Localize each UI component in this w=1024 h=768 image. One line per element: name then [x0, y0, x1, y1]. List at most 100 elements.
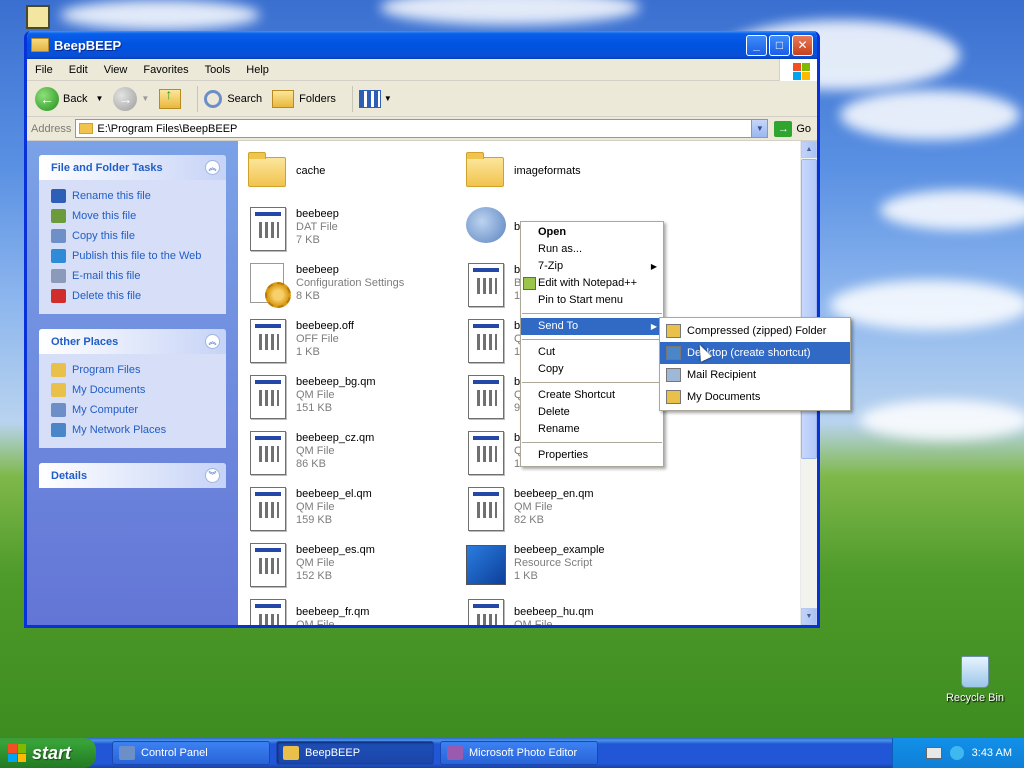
task-item[interactable]: Publish this file to the Web	[51, 246, 216, 266]
file-item[interactable]: beebeep_bg.qm QM File 151 KB	[246, 369, 456, 421]
document-icon	[464, 371, 508, 419]
sendto-item[interactable]: My Documents	[660, 386, 850, 408]
file-item[interactable]: beebeep_es.qm QM File 152 KB	[246, 537, 456, 589]
menu-tools[interactable]: Tools	[197, 64, 239, 76]
folders-button[interactable]: Folders	[272, 89, 336, 108]
forward-button[interactable]: → ▼	[113, 86, 149, 111]
file-name: beebeep	[296, 263, 339, 276]
address-input[interactable]: E:\Program Files\BeepBEEP ▼	[75, 119, 769, 138]
back-dropdown-icon[interactable]: ▼	[95, 94, 103, 103]
menu-label: Compressed (zipped) Folder	[687, 325, 827, 337]
task-item[interactable]: My Documents	[51, 380, 216, 400]
go-button[interactable]: → Go	[768, 120, 817, 137]
back-button[interactable]: ← Back ▼	[35, 86, 103, 111]
maximize-button[interactable]: □	[769, 34, 790, 56]
task-item[interactable]: My Computer	[51, 400, 216, 420]
file-item[interactable]: beebeep.off OFF File 1 KB	[246, 313, 456, 365]
task-item[interactable]: Copy this file	[51, 226, 216, 246]
file-folder-tasks-panel: File and Folder Tasks ︽ Rename this file…	[39, 155, 226, 314]
file-item[interactable]: beebeep DAT File 7 KB	[246, 201, 456, 253]
ctx-item-properties[interactable]: Properties	[521, 447, 663, 464]
chevron-up-icon[interactable]: ︽	[205, 334, 220, 349]
chevron-up-icon[interactable]: ︽	[205, 160, 220, 175]
app-icon	[447, 746, 463, 760]
file-name: beebeep	[296, 207, 339, 220]
ctx-item-rename[interactable]: Rename	[521, 421, 663, 438]
clock: 3:43 AM	[971, 747, 1012, 759]
beebeep-app-icon	[464, 203, 508, 251]
task-label: Program Files	[72, 364, 141, 376]
scroll-thumb[interactable]	[801, 159, 817, 459]
go-arrow-icon: →	[774, 120, 793, 137]
file-item[interactable]: beebeep_el.qm QM File 159 KB	[246, 481, 456, 533]
scroll-down-icon[interactable]: ▼	[801, 608, 817, 625]
taskbar-button-label: Control Panel	[141, 747, 208, 759]
network-icon	[51, 423, 66, 437]
task-item[interactable]: E-mail this file	[51, 266, 216, 286]
menu-file[interactable]: File	[27, 64, 61, 76]
menu-view[interactable]: View	[96, 64, 136, 76]
file-item[interactable]: cache	[246, 145, 456, 197]
ctx-item-copy[interactable]: Copy	[521, 361, 663, 378]
chevron-down-icon[interactable]: ︾	[205, 468, 220, 483]
document-icon	[464, 259, 508, 307]
back-arrow-icon: ←	[35, 86, 59, 111]
ctx-item-pin-to-start-menu[interactable]: Pin to Start menu	[521, 292, 663, 309]
panel-header[interactable]: Other Places ︽	[39, 329, 226, 354]
taskbar-button[interactable]: Microsoft Photo Editor	[440, 741, 598, 765]
task-label: Move this file	[72, 210, 137, 222]
ctx-item-edit-with-notepad[interactable]: Edit with Notepad++	[521, 275, 663, 292]
title-bar[interactable]: BeepBEEP _ □ ✕	[27, 31, 817, 59]
file-size: 1 KB	[296, 345, 320, 358]
ctx-item-7-zip[interactable]: 7-Zip ▶	[521, 258, 663, 275]
desktop-icon-top[interactable]	[26, 5, 50, 29]
file-meta: beebeep_el.qm QM File 159 KB	[296, 488, 372, 527]
views-button[interactable]: ▼	[358, 89, 392, 108]
forward-dropdown-icon[interactable]: ▼	[141, 94, 149, 103]
minimize-button[interactable]: _	[746, 34, 767, 56]
document-icon	[246, 539, 290, 587]
close-button[interactable]: ✕	[792, 34, 813, 56]
ctx-item-cut[interactable]: Cut	[521, 344, 663, 361]
window-title: BeepBEEP	[54, 37, 122, 53]
file-item[interactable]: beebeep_cz.qm QM File 86 KB	[246, 425, 456, 477]
ctx-item-send-to[interactable]: Send To ▶	[521, 318, 663, 335]
task-item[interactable]: Delete this file	[51, 286, 216, 306]
file-item[interactable]: beebeep Configuration Settings 8 KB	[246, 257, 456, 309]
panel-header[interactable]: File and Folder Tasks ︽	[39, 155, 226, 180]
recycle-bin[interactable]: Recycle Bin	[940, 656, 1010, 704]
task-item[interactable]: Move this file	[51, 206, 216, 226]
file-item[interactable]: beebeep_hu.qm QM File	[464, 593, 674, 625]
chevron-down-icon[interactable]: ▼	[751, 120, 768, 137]
task-label: Publish this file to the Web	[72, 250, 202, 262]
menu-label: 7-Zip	[538, 260, 564, 272]
sendto-item[interactable]: Compressed (zipped) Folder	[660, 320, 850, 342]
scroll-up-icon[interactable]: ▲	[801, 141, 817, 158]
network-tray-icon[interactable]	[949, 746, 964, 760]
panel-header[interactable]: Details ︾	[39, 463, 226, 488]
task-item[interactable]: Rename this file	[51, 186, 216, 206]
sendto-item[interactable]: Desktop (create shortcut)	[660, 342, 850, 364]
ctx-item-create-shortcut[interactable]: Create Shortcut	[521, 387, 663, 404]
task-item[interactable]: My Network Places	[51, 420, 216, 440]
start-button[interactable]: start	[0, 738, 96, 768]
task-item[interactable]: Program Files	[51, 360, 216, 380]
menu-help[interactable]: Help	[238, 64, 277, 76]
menu-favorites[interactable]: Favorites	[135, 64, 196, 76]
taskbar-button[interactable]: Control Panel	[112, 741, 270, 765]
file-item[interactable]: imageformats	[464, 145, 674, 197]
ctx-item-delete[interactable]: Delete	[521, 404, 663, 421]
search-button[interactable]: Search	[204, 89, 262, 108]
system-tray: 3:43 AM	[892, 738, 1024, 768]
up-folder-button[interactable]: ↑	[159, 86, 182, 109]
ctx-item-open[interactable]: Open	[521, 224, 663, 241]
menu-edit[interactable]: Edit	[61, 64, 96, 76]
sendto-item[interactable]: Mail Recipient	[660, 364, 850, 386]
file-type: QM File	[296, 444, 335, 457]
file-item[interactable]: beebeep_example Resource Script 1 KB	[464, 537, 674, 589]
file-item[interactable]: beebeep_en.qm QM File 82 KB	[464, 481, 674, 533]
ctx-item-run-as[interactable]: Run as...	[521, 241, 663, 258]
keyboard-icon[interactable]	[925, 747, 942, 759]
taskbar-button[interactable]: BeepBEEP	[276, 741, 434, 765]
file-item[interactable]: beebeep_fr.qm QM File	[246, 593, 456, 625]
